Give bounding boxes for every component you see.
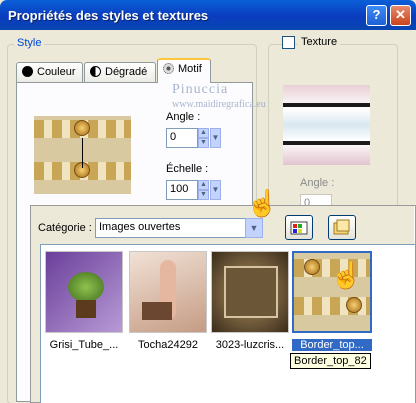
room-image: [224, 266, 278, 318]
angle-input[interactable]: 0: [166, 128, 198, 148]
scale-label: Échelle :: [166, 163, 209, 175]
thumbnail-label-selected: Border_top...: [292, 339, 372, 351]
watermark-url: www.maidiregrafica.eu: [172, 99, 266, 110]
pattern-preview[interactable]: [34, 116, 131, 194]
tab-degrade[interactable]: Dégradé: [84, 62, 156, 82]
help-button[interactable]: ?: [366, 5, 387, 26]
thumbnail-tocha[interactable]: [129, 251, 207, 333]
scale-dropdown[interactable]: ▼: [210, 180, 221, 200]
spin-up-icon[interactable]: ▲: [198, 180, 209, 190]
chevron-down-icon[interactable]: ▼: [245, 218, 263, 238]
texture-preview[interactable]: [283, 85, 370, 165]
gradient-icon: [90, 66, 101, 77]
style-group-label: Style: [14, 37, 45, 49]
title-bar[interactable]: Propriétés des styles et textures ? ✕: [0, 0, 416, 30]
plant-image: [68, 272, 104, 302]
tab-couleur-label: Couleur: [37, 66, 76, 78]
palette-button[interactable]: [285, 215, 313, 240]
tab-couleur[interactable]: Couleur: [16, 62, 83, 82]
open-folder-button[interactable]: [328, 215, 356, 240]
medallion-icon: [74, 120, 90, 136]
close-button[interactable]: ✕: [390, 5, 411, 26]
chair-image: [142, 302, 172, 320]
category-select[interactable]: Images ouvertes: [95, 218, 263, 238]
pointing-hand-icon: ☝: [246, 188, 279, 218]
tab-motif-label: Motif: [178, 63, 202, 75]
image-picker-popup: Catégorie : Images ouvertes ▼ Grisi_Tube…: [30, 205, 416, 403]
texture-stripe: [283, 103, 370, 107]
tooltip: Border_top_82: [290, 353, 371, 369]
spin-up-icon[interactable]: ▲: [198, 128, 209, 138]
angle-label: Angle :: [166, 111, 201, 123]
thumbnail-label: 3023-luzcris...: [215, 339, 285, 351]
category-label: Catégorie :: [38, 222, 92, 234]
angle-dropdown[interactable]: ▼: [210, 128, 221, 148]
thumbnail-label: Tocha24292: [138, 339, 198, 351]
medallion-icon: [304, 259, 320, 275]
thumbnail-grisi[interactable]: [45, 251, 123, 333]
texture-angle-label: Angle :: [300, 177, 335, 189]
pointing-hand-icon: ☝: [330, 260, 363, 290]
window-title: Propriétés des styles et textures: [8, 8, 209, 23]
spin-down-icon[interactable]: ▼: [198, 190, 209, 200]
palette-icon: [290, 221, 308, 235]
thumbnail-luzcris[interactable]: [211, 251, 289, 333]
angle-indicator: [82, 138, 83, 168]
scale-input[interactable]: 100: [166, 180, 198, 200]
black-dot-icon: [22, 66, 33, 77]
spin-down-icon[interactable]: ▼: [198, 138, 209, 148]
watermark-title: Pinuccia: [172, 82, 229, 97]
styles-textures-dialog: Propriétés des styles et textures ? ✕ St…: [0, 0, 416, 403]
thumbnail-label: Grisi_Tube_...: [49, 339, 119, 351]
pot-image: [76, 300, 96, 318]
pattern-icon: [163, 63, 174, 74]
texture-label: Texture: [298, 36, 341, 48]
tab-motif[interactable]: Motif: [157, 58, 211, 83]
tab-degrade-label: Dégradé: [105, 66, 148, 78]
texture-checkbox[interactable]: [282, 36, 295, 49]
texture-stripe: [283, 141, 370, 145]
medallion-icon: [346, 297, 362, 313]
folder-icon: [333, 219, 350, 235]
